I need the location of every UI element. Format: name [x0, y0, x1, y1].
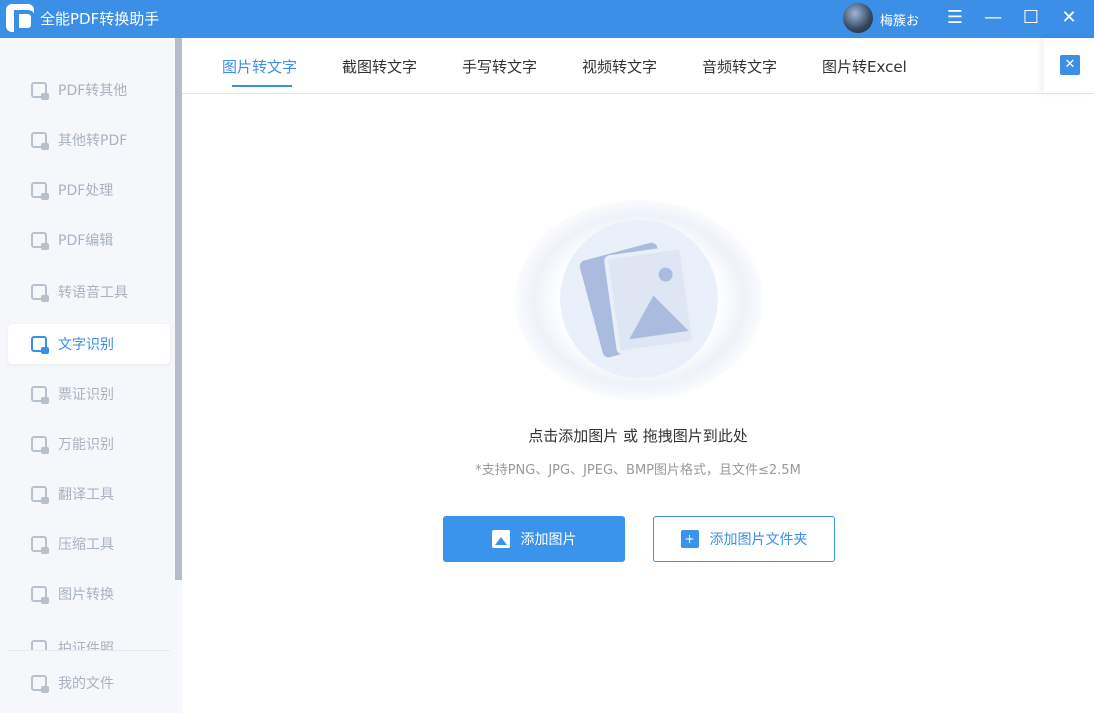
- tab-bar: 图片转文字 截图转文字 手写转文字 视频转文字 音频转文字 图片转Excel: [182, 38, 1094, 94]
- sidebar-item[interactable]: PDF编辑: [8, 220, 170, 260]
- title-bar: 全能PDF转换助手 梅簇お ☰ — ☐ ✕: [0, 0, 1094, 38]
- tab[interactable]: 图片转文字: [222, 56, 297, 77]
- file-icon: [31, 675, 47, 691]
- sidebar-item-label: 我的文件: [58, 673, 114, 693]
- minimize-button[interactable]: —: [981, 6, 1005, 30]
- menu-icon[interactable]: ☰: [943, 6, 967, 30]
- sidebar-item[interactable]: 翻译工具: [8, 474, 170, 514]
- sidebar-item-label: 拍证件照: [58, 638, 114, 650]
- sidebar-item[interactable]: 票证识别: [8, 374, 170, 414]
- tool-icon: [31, 232, 47, 248]
- tab[interactable]: 音频转文字: [702, 56, 777, 77]
- image-add-icon: [492, 530, 510, 548]
- add-folder-label: 添加图片文件夹: [710, 529, 808, 549]
- tool-icon: [31, 336, 47, 352]
- sidebar-item-label: 翻译工具: [58, 484, 114, 504]
- drop-hint: 点击添加图片 或 拖拽图片到此处: [0, 425, 1094, 446]
- tool-icon: [31, 182, 47, 198]
- sidebar-item-label: PDF转其他: [58, 80, 127, 100]
- app-title: 全能PDF转换助手: [40, 8, 159, 29]
- sidebar-item-label: 票证识别: [58, 384, 114, 404]
- sidebar-item[interactable]: PDF处理: [8, 170, 170, 210]
- close-button[interactable]: ✕: [1057, 6, 1081, 30]
- sidebar-item[interactable]: 图片转换: [8, 574, 170, 614]
- tab[interactable]: 截图转文字: [342, 56, 417, 77]
- tool-icon: [31, 640, 47, 650]
- app-logo-icon: [6, 4, 34, 32]
- sidebar-item-label: 文字识别: [58, 334, 114, 354]
- tool-icon: [31, 536, 47, 552]
- tool-icon: [31, 586, 47, 602]
- tab[interactable]: 手写转文字: [462, 56, 537, 77]
- sidebar-item[interactable]: 其他转PDF: [8, 120, 170, 160]
- tool-icon: [31, 486, 47, 502]
- tool-icon: [31, 386, 47, 402]
- sidebar-item-label: 图片转换: [58, 584, 114, 604]
- panel-close-button[interactable]: ✕: [1060, 55, 1080, 75]
- sidebar-item[interactable]: 文字识别: [8, 324, 170, 364]
- avatar[interactable]: [843, 3, 873, 33]
- add-folder-button[interactable]: + 添加图片文件夹: [653, 516, 835, 562]
- format-hint: *支持PNG、JPG、JPEG、BMP图片格式，且文件≤2.5M: [0, 459, 1094, 478]
- add-image-button[interactable]: 添加图片: [443, 516, 625, 562]
- tool-icon: [31, 284, 47, 300]
- upload-illustration[interactable]: [515, 200, 763, 400]
- sidebar-divider: [8, 650, 170, 651]
- sidebar-item-label: 转语音工具: [58, 282, 128, 302]
- tab[interactable]: 图片转Excel: [822, 56, 907, 77]
- tab[interactable]: 视频转文字: [582, 56, 657, 77]
- sidebar-item-my-files[interactable]: 我的文件: [8, 663, 170, 703]
- folder-add-icon: +: [681, 530, 699, 548]
- side-panel: ✕: [1044, 38, 1094, 93]
- sidebar-item[interactable]: 转语音工具: [8, 272, 170, 312]
- add-image-label: 添加图片: [521, 529, 577, 549]
- image-icon: [603, 245, 696, 355]
- sidebar-item-label: 压缩工具: [58, 534, 114, 554]
- sidebar-scrollbar[interactable]: [175, 38, 182, 580]
- sidebar-item-label: PDF编辑: [58, 230, 113, 250]
- sidebar-item[interactable]: 压缩工具: [8, 524, 170, 564]
- sidebar-item-label: 其他转PDF: [58, 130, 127, 150]
- tool-icon: [31, 132, 47, 148]
- sidebar-item[interactable]: PDF转其他: [8, 70, 170, 110]
- tool-icon: [31, 82, 47, 98]
- sidebar-item-label: PDF处理: [58, 180, 113, 200]
- user-name[interactable]: 梅簇お: [880, 10, 919, 29]
- maximize-button[interactable]: ☐: [1019, 6, 1043, 30]
- sidebar-item[interactable]: 拍证件照: [8, 624, 170, 650]
